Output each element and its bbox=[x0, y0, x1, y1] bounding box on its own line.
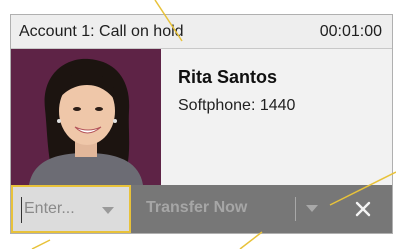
call-header: Account 1: Call on hold 00:01:00 bbox=[11, 15, 392, 49]
callout-line-entry bbox=[31, 239, 51, 249]
close-button[interactable] bbox=[349, 195, 377, 223]
close-icon bbox=[355, 201, 371, 217]
contact-name: Rita Santos bbox=[178, 67, 278, 87]
contact-card: Rita Santos Softphone: 1440 bbox=[11, 49, 392, 185]
transfer-now-button[interactable]: Transfer Now bbox=[146, 199, 247, 217]
contact-photo bbox=[11, 49, 161, 185]
contact-softphone: Softphone: 1440 bbox=[178, 97, 296, 114]
call-panel: Account 1: Call on hold 00:01:00 Rita Sa… bbox=[10, 14, 393, 234]
call-status-title: Account 1: Call on hold bbox=[19, 23, 184, 40]
screenshot-stage: Account 1: Call on hold 00:01:00 Rita Sa… bbox=[0, 0, 396, 249]
callout-line-transfer bbox=[239, 231, 263, 249]
transfer-target-input[interactable]: Enter... bbox=[11, 185, 131, 233]
button-divider bbox=[295, 197, 296, 221]
call-timer: 00:01:00 bbox=[319, 23, 382, 40]
chevron-down-icon[interactable] bbox=[102, 207, 114, 214]
transfer-options-button[interactable] bbox=[301, 195, 325, 223]
transfer-target-placeholder: Enter... bbox=[24, 200, 75, 217]
text-cursor bbox=[21, 197, 22, 223]
chevron-down-icon bbox=[306, 205, 318, 212]
call-action-bar: Enter... Transfer Now bbox=[11, 185, 392, 233]
contact-photo-avatar bbox=[29, 58, 143, 185]
